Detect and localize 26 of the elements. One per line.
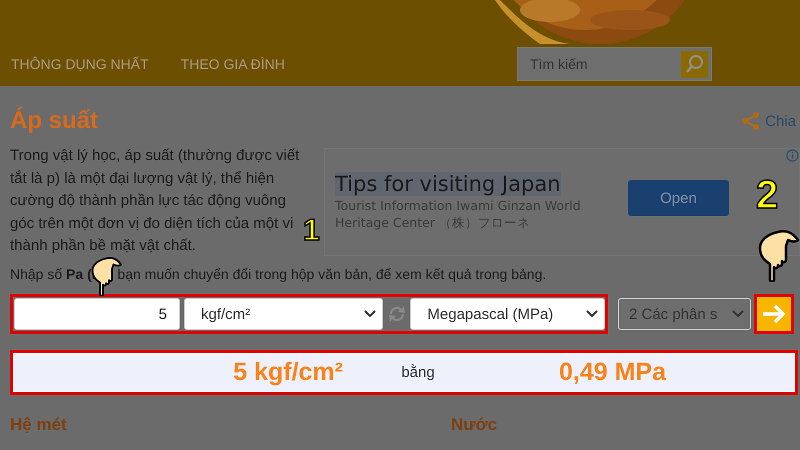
- nav-link[interactable]: THEO GIA ĐÌNH: [180, 56, 285, 72]
- nav-link[interactable]: THÔNG DỤNG NHẤT: [11, 56, 149, 72]
- step-number: 2: [756, 175, 778, 215]
- value-input[interactable]: 5: [14, 298, 180, 330]
- section-heading: Nước: [451, 415, 498, 435]
- ad-headline: Tips for visiting Japan: [335, 172, 561, 196]
- chevron-down-icon: [586, 310, 598, 318]
- result-to: 0,49 MPa: [559, 358, 666, 387]
- chevron-down-icon: [732, 310, 744, 318]
- chevron-down-icon: [364, 310, 376, 318]
- result-from: 5 kgf/cm²: [233, 358, 343, 387]
- equals-label: bằng: [401, 364, 435, 381]
- search-button[interactable]: [681, 50, 708, 78]
- open-button[interactable]: Open: [628, 180, 729, 216]
- description-text: Trong vật lý học, áp suất (thường được viết tắt là p) là một đại lượng vật lý, thể hiện cường độ thành phần lực tác động vuông góc trên một đơn vị đo diện tích của một vi thành phần bề mặt vật chất.: [10, 146, 300, 256]
- section-heading: Hệ mét: [10, 415, 68, 435]
- info-icon[interactable]: [786, 149, 799, 162]
- from-unit-select[interactable]: kgf/cm²: [184, 298, 383, 330]
- page-title: Áp suất: [10, 107, 98, 135]
- precision-select[interactable]: 2 Các phân s: [618, 298, 751, 330]
- step-number: 1: [303, 216, 320, 246]
- search-field[interactable]: Tìm kiếm: [528, 55, 681, 73]
- to-unit-select[interactable]: Megapascal (MPa): [410, 298, 605, 330]
- share-icon[interactable]: [741, 111, 762, 131]
- share-link[interactable]: Chia: [741, 111, 796, 131]
- search-box[interactable]: Tìm kiếm: [517, 47, 712, 81]
